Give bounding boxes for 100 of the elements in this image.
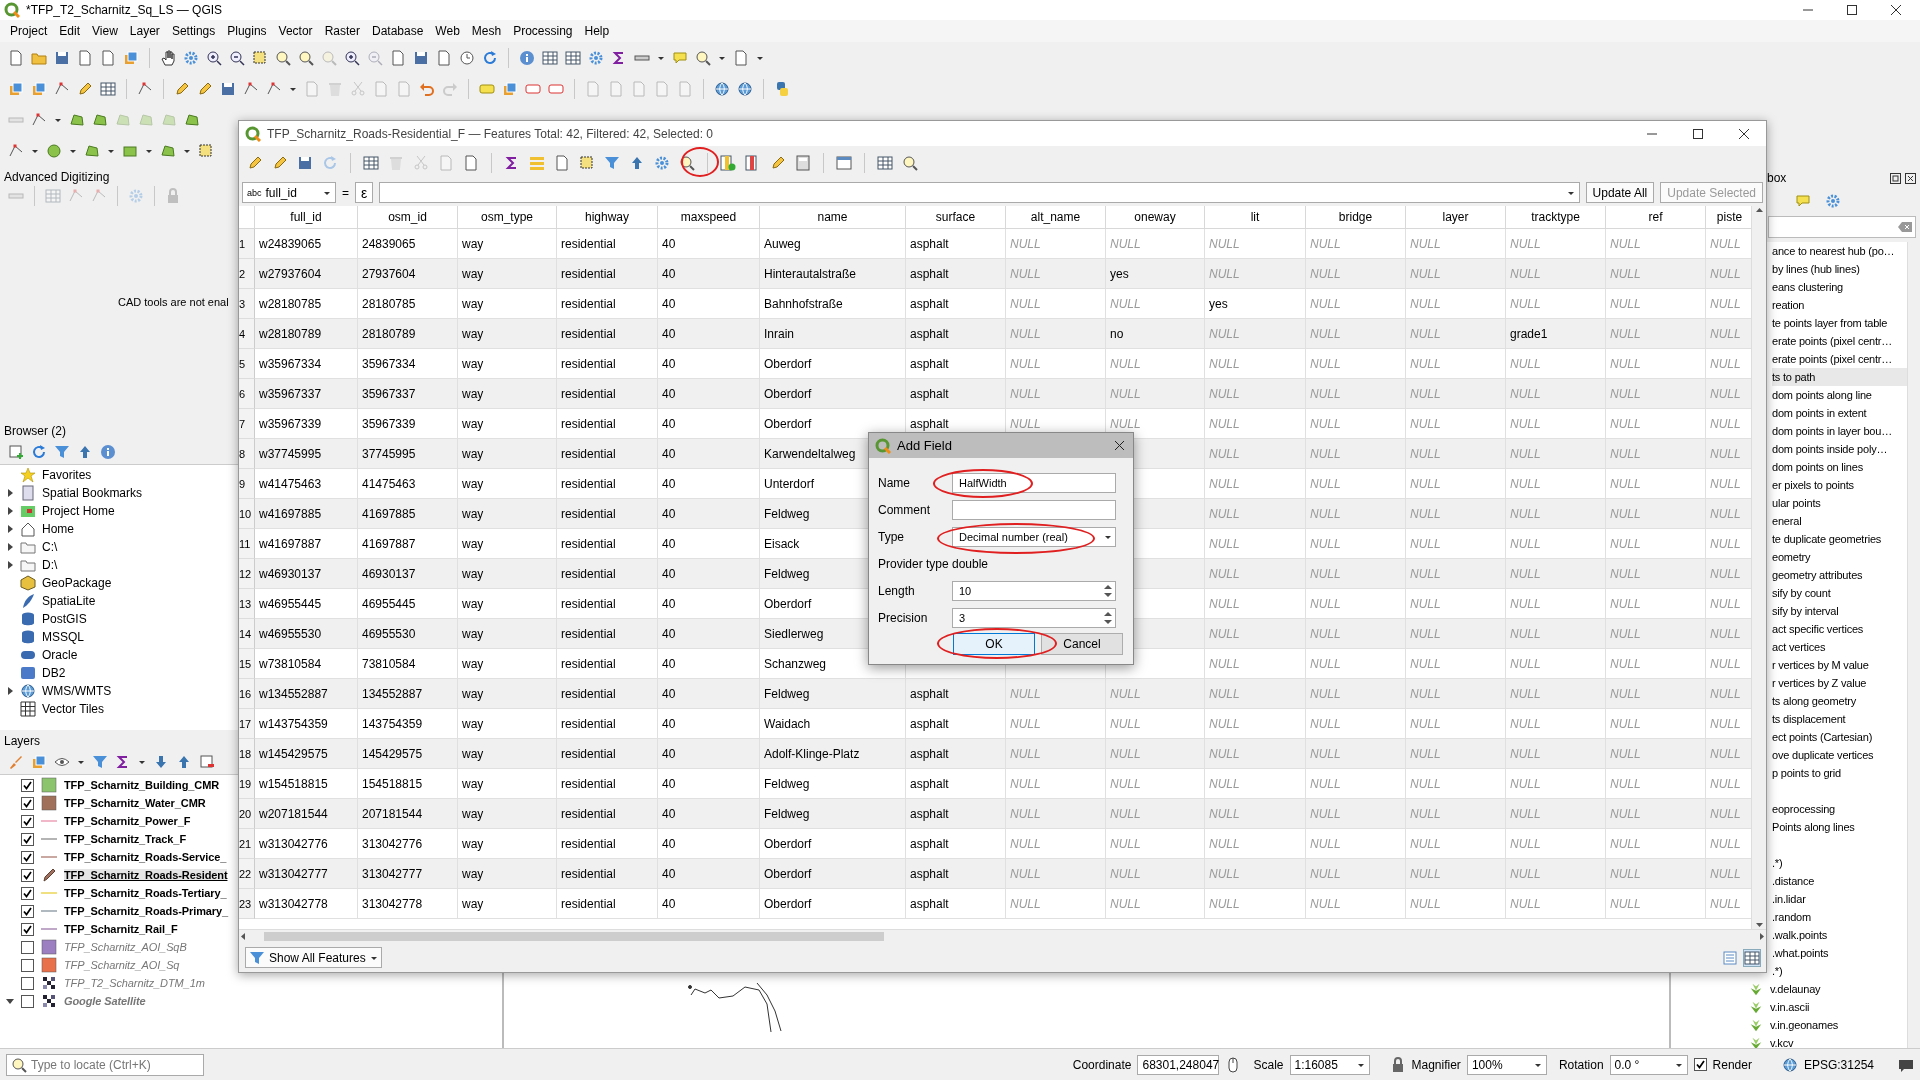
layers-icon[interactable] [8,80,24,97]
fill-symbol-icon[interactable] [41,939,57,955]
toolbox-item[interactable]: p points to grid [1772,764,1907,782]
page-icon[interactable] [8,49,24,66]
layer-name[interactable]: TFP_Scharnitz_Power_F [64,815,191,827]
scroll-right-icon[interactable] [1757,932,1766,941]
row-number[interactable]: 3 [239,289,255,319]
speech-bubble-icon[interactable] [1795,193,1811,209]
row-number[interactable]: 8 [239,439,255,469]
raster-icon[interactable] [41,993,57,1009]
toolbox-item[interactable]: erate points (pixel centr… [1772,332,1907,350]
toolbox-item[interactable]: dom points in extent [1772,404,1907,422]
clear-icon[interactable] [1898,222,1912,232]
refresh-icon[interactable] [482,49,498,66]
selection-icon[interactable] [579,154,595,171]
polygon-icon[interactable] [160,142,176,159]
scrollbar-thumb[interactable] [264,932,884,941]
expression-field[interactable] [379,182,1580,203]
row-number[interactable]: 13 [239,589,255,619]
show-all-features-button[interactable]: Show All Features [245,947,382,968]
checkbox[interactable] [21,904,34,918]
checkbox[interactable] [21,778,34,792]
column-header[interactable]: tracktype [1506,206,1606,229]
scroll-left-icon[interactable] [239,932,248,941]
row-number[interactable]: 22 [239,859,255,889]
toolbox-item[interactable]: ect points (Cartesian) [1772,728,1907,746]
zoom-in-icon[interactable] [206,49,222,66]
toolbox-item[interactable]: by lines (hub lines) [1772,260,1907,278]
filter-icon[interactable] [92,754,108,770]
layer-name[interactable]: TFP_Scharnitz_Roads-Resident [64,869,228,881]
page-icon[interactable] [554,154,570,171]
expand-arrow-icon[interactable] [6,506,14,516]
scroll-up-icon[interactable] [1754,206,1764,215]
tree-item[interactable]: Home [42,522,74,536]
float-icon[interactable] [1890,172,1901,184]
layer-name[interactable]: TFP_Scharnitz_Water_CMR [64,797,206,809]
row-number[interactable]: 19 [239,769,255,799]
raster-icon[interactable] [41,975,57,991]
toolbox-item[interactable]: eans clustering [1772,278,1907,296]
checkbox[interactable] [21,976,34,990]
pencil-icon[interactable] [247,154,263,171]
menu-item[interactable]: Plugins [227,24,267,38]
layer-name[interactable]: TFP_Scharnitz_AOI_Sq [64,959,180,971]
menu-item[interactable]: Project [10,24,48,38]
selection-icon[interactable] [198,142,214,159]
layers-icon[interactable] [31,80,47,97]
filter-icon[interactable] [54,444,70,460]
column-header[interactable]: maxspeed [658,206,760,229]
toolbox-item[interactable]: .*) [1772,962,1907,980]
search-icon[interactable] [275,49,291,66]
toolbox-item[interactable]: ove duplicate vertices [1772,746,1907,764]
search-icon[interactable] [298,49,314,66]
toolbox-item[interactable]: ance to nearest hub (po… [1772,242,1907,260]
toolbox-item[interactable]: dom points inside poly… [1772,440,1907,458]
column-header[interactable]: lit [1205,206,1306,229]
vertical-scrollbar[interactable] [1751,206,1766,929]
save-icon[interactable] [54,49,70,66]
expand-arrow-icon[interactable] [6,488,14,498]
table-icon[interactable] [1744,949,1760,966]
table-icon[interactable] [363,154,379,171]
checkbox[interactable] [21,958,34,972]
tree-item[interactable]: Project Home [42,504,115,518]
close-icon[interactable] [1738,127,1750,140]
tree-item[interactable]: DB2 [42,666,66,680]
clock-icon[interactable] [459,49,475,66]
layer-name[interactable]: TFP_Scharnitz_Rail_F [64,923,178,935]
row-number[interactable]: 16 [239,679,255,709]
menu-item[interactable]: Settings [171,24,216,38]
menu-item[interactable]: Help [584,24,610,38]
row-number[interactable]: 11 [239,529,255,559]
text-field[interactable] [952,500,1116,520]
coordinate-field[interactable]: 68301,248047 [1137,1054,1220,1075]
toolbox-item[interactable]: eneral [1772,512,1907,530]
row-number[interactable]: 5 [239,349,255,379]
toolbox-item[interactable]: te points layer from table [1772,314,1907,332]
fill-symbol-icon[interactable] [41,795,57,811]
toolbox-item[interactable]: ts along geometry [1772,692,1907,710]
refresh-icon[interactable] [31,444,47,460]
checkbox[interactable] [21,868,34,882]
toolbox-item[interactable]: dom points along line [1772,386,1907,404]
dialog-button[interactable]: OK [953,633,1035,655]
toolbox-item[interactable]: v.kcv [1770,1034,1907,1048]
menu-item[interactable]: Layer [129,24,160,38]
gear-icon[interactable] [654,154,670,171]
scale-dropdown[interactable]: 1:16085 [1289,1054,1370,1075]
toolbox-item[interactable]: r vertices by Z value [1772,674,1907,692]
toolbox-item[interactable]: eometry [1772,548,1907,566]
arrow-up-icon[interactable] [77,444,93,460]
checkbox[interactable] [21,994,34,1008]
maximize-icon[interactable] [1692,127,1704,140]
toolbox-item[interactable]: .*) [1772,854,1907,872]
pencil-icon[interactable] [272,154,288,171]
code-icon[interactable] [774,80,790,97]
table-icon[interactable] [565,49,581,66]
close-icon[interactable] [1114,440,1125,451]
column-header[interactable]: highway [557,206,658,229]
layer-name[interactable]: TFP_Scharnitz_Roads-Primary_ [64,905,229,917]
remove-icon[interactable] [199,754,215,770]
tree-item[interactable]: Spatial Bookmarks [42,486,143,500]
tree-item[interactable]: MSSQL [42,630,84,644]
